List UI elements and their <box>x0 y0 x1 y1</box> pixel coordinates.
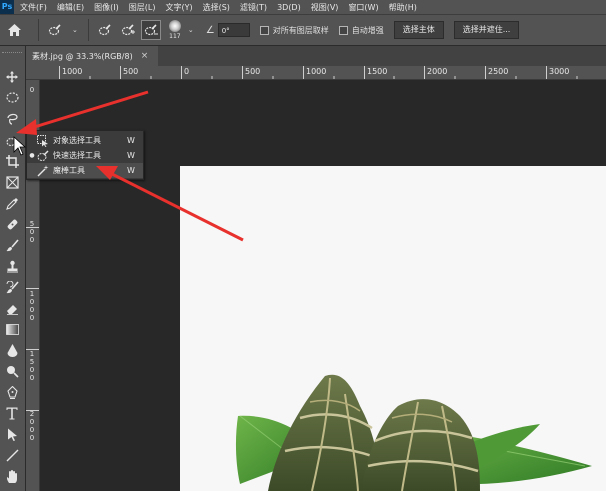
ruler-label: 5 0 0 <box>29 220 35 244</box>
object-selection-icon <box>37 134 49 147</box>
new-selection-icon[interactable] <box>95 20 115 40</box>
flyout-item-object-selection[interactable]: 对象选择工具 W <box>27 133 143 148</box>
document-tab[interactable]: 素材.jpg @ 33.3%(RGB/8) × <box>26 46 158 66</box>
marquee-icon[interactable] <box>3 89 21 106</box>
eyedropper-icon[interactable] <box>3 195 21 212</box>
tools-panel <box>0 46 26 491</box>
menu-3d[interactable]: 3D(D) <box>277 3 301 12</box>
ruler-label: 1 5 0 0 <box>29 350 35 382</box>
ruler-label: 0 <box>184 67 190 76</box>
menu-image[interactable]: 图像(I) <box>94 2 119 13</box>
menu-edit[interactable]: 编辑(E) <box>57 2 84 13</box>
magic-wand-icon <box>37 164 49 177</box>
select-and-mask-button[interactable]: 选择并遮住... <box>453 21 520 39</box>
active-bullet-icon: ● <box>29 152 35 159</box>
move-icon[interactable] <box>3 68 21 85</box>
angle-input[interactable]: 0° <box>217 23 250 37</box>
hand-icon[interactable] <box>3 468 21 485</box>
divider <box>87 19 89 41</box>
divider <box>38 19 39 41</box>
tool-preset-icon[interactable] <box>45 20 65 40</box>
selection-tools-flyout: 对象选择工具 W ● 快速选择工具 W 魔棒工具 W <box>26 130 144 180</box>
auto-enhance-checkbox[interactable] <box>338 25 348 35</box>
dodge-icon[interactable] <box>3 363 21 380</box>
ruler-label: 1 0 0 0 <box>29 290 35 322</box>
ruler-label: 1000 <box>306 67 327 76</box>
quick-selection-icon[interactable] <box>3 132 21 149</box>
flyout-item-quick-selection[interactable]: ● 快速选择工具 W <box>27 148 143 163</box>
menu-select[interactable]: 选择(S) <box>203 2 230 13</box>
path-selection-icon[interactable] <box>3 426 21 443</box>
add-to-selection-icon[interactable] <box>118 20 138 40</box>
flyout-label: 魔棒工具 <box>53 166 85 175</box>
menu-type[interactable]: 文字(Y) <box>165 2 192 13</box>
sample-all-layers-label: 对所有图层取样 <box>272 25 329 35</box>
brush-tip-icon <box>168 20 181 32</box>
close-icon[interactable]: × <box>141 51 149 61</box>
flyout-item-magic-wand[interactable]: 魔棒工具 W <box>27 163 143 178</box>
type-icon[interactable] <box>3 405 21 422</box>
clone-stamp-icon[interactable] <box>3 258 21 275</box>
ruler-label: 1000 <box>62 67 83 76</box>
brush-icon[interactable] <box>3 237 21 254</box>
chevron-down-icon[interactable]: ⌄ <box>188 26 194 34</box>
flyout-shortcut: W <box>127 166 135 175</box>
menu-layer[interactable]: 图层(L) <box>129 2 156 13</box>
gradient-icon[interactable] <box>3 321 21 338</box>
ruler-label: 1500 <box>367 67 388 76</box>
chevron-down-icon[interactable]: ⌄ <box>72 26 78 34</box>
ruler-label: 500 <box>245 67 261 76</box>
home-icon[interactable] <box>6 22 22 38</box>
sample-all-layers-checkbox[interactable] <box>259 25 269 35</box>
flyout-label: 快速选择工具 <box>53 151 101 160</box>
zongzi-illustration <box>235 374 592 491</box>
panel-grip[interactable] <box>2 52 22 57</box>
flyout-shortcut: W <box>127 136 135 145</box>
flyout-label: 对象选择工具 <box>53 136 101 145</box>
horizontal-ruler[interactable]: 1000 500 0 500 1000 1500 2000 2500 3000 <box>26 66 606 80</box>
photoshop-logo: Ps <box>0 0 14 14</box>
crop-icon[interactable] <box>3 153 21 170</box>
options-bar: ⌄ 117 ⌄ ∠ 0° 对所有图层取样 自动增强 选择主体 选择并遮住... <box>0 14 606 46</box>
ruler-label: 2500 <box>488 67 509 76</box>
subtract-from-selection-icon[interactable] <box>140 20 161 40</box>
select-subject-button[interactable]: 选择主体 <box>393 21 444 39</box>
menu-window[interactable]: 窗口(W) <box>348 2 378 13</box>
flyout-shortcut: W <box>127 151 135 160</box>
healing-brush-icon[interactable] <box>3 216 21 233</box>
eraser-icon[interactable] <box>3 300 21 317</box>
menu-filter[interactable]: 滤镜(T) <box>240 2 267 13</box>
ruler-label: 0 <box>29 86 35 94</box>
ruler-label: 2000 <box>427 67 448 76</box>
blur-icon[interactable] <box>3 342 21 359</box>
document-tab-bar: 素材.jpg @ 33.3%(RGB/8) × <box>26 46 606 66</box>
ruler-label: 3000 <box>549 67 570 76</box>
document-tab-title: 素材.jpg @ 33.3%(RGB/8) <box>32 51 133 61</box>
menu-file[interactable]: 文件(F) <box>20 2 47 13</box>
ruler-label: 2 0 0 0 <box>29 410 35 442</box>
ruler-label: 500 <box>123 67 139 76</box>
quick-selection-icon <box>37 149 49 162</box>
angle-icon: ∠ <box>205 24 215 36</box>
lasso-icon[interactable] <box>3 110 21 127</box>
line-icon[interactable] <box>3 447 21 464</box>
pen-icon[interactable] <box>3 384 21 401</box>
auto-enhance-label: 自动增强 <box>351 25 384 35</box>
brush-size-picker[interactable]: 117 <box>166 19 184 41</box>
brush-size-value: 117 <box>169 33 181 40</box>
menu-view[interactable]: 视图(V) <box>311 2 339 13</box>
history-brush-icon[interactable] <box>3 279 21 296</box>
zongzi-photo <box>180 166 606 491</box>
frame-icon[interactable] <box>3 174 21 191</box>
menu-help[interactable]: 帮助(H) <box>389 2 417 13</box>
menu-bar: Ps 文件(F) 编辑(E) 图像(I) 图层(L) 文字(Y) 选择(S) 滤… <box>0 0 606 14</box>
